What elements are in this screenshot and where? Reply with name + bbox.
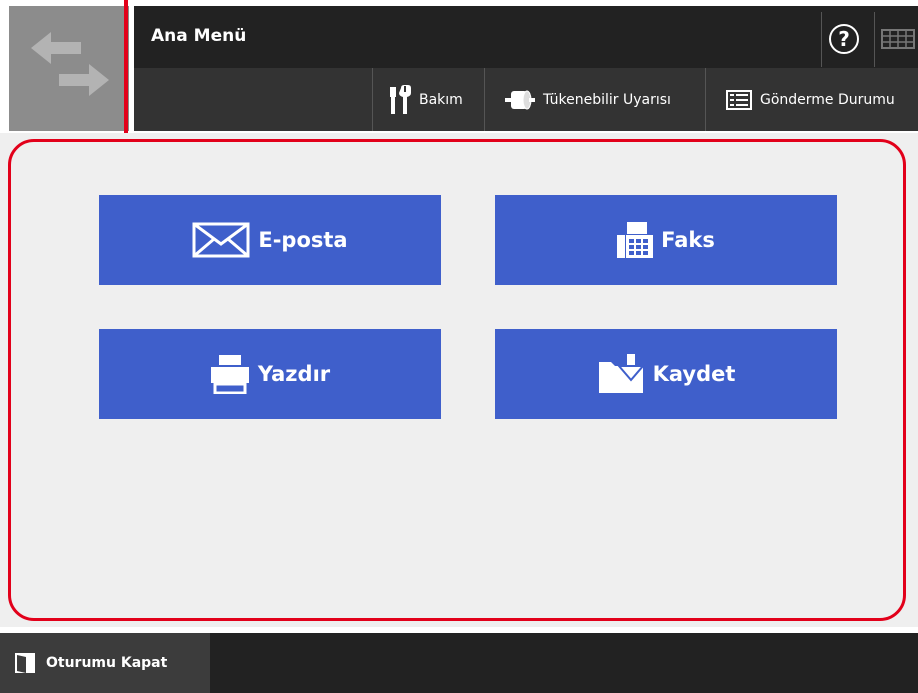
envelope-icon [192, 222, 250, 258]
save-button[interactable]: Kaydet [495, 329, 837, 419]
fax-label: Faks [661, 228, 715, 252]
save-label: Kaydet [652, 362, 736, 386]
maintenance-label: Bakım [419, 91, 463, 108]
folder-save-icon [597, 354, 645, 394]
print-label: Yazdır [257, 362, 331, 386]
callout-line [124, 0, 128, 138]
email-label: E-posta [258, 228, 348, 252]
maintenance-button[interactable]: Bakım [372, 68, 484, 131]
maintenance-tools-icon [389, 84, 411, 115]
toolbar: Bakım Tükenebilir Uyarısı Gönderme Durum… [134, 68, 918, 131]
send-status-list-icon [726, 89, 752, 110]
help-button[interactable]: ? [821, 12, 865, 67]
fax-icon [617, 221, 654, 259]
keyboard-button[interactable] [874, 12, 918, 67]
logout-door-icon [14, 652, 36, 674]
page-title: Ana Menü [151, 26, 247, 46]
title-bar: Ana Menü ? [134, 6, 918, 68]
logout-button[interactable]: Oturumu Kapat [0, 633, 210, 693]
email-button[interactable]: E-posta [99, 195, 441, 285]
send-status-button[interactable]: Gönderme Durumu [705, 68, 918, 131]
print-button[interactable]: Yazdır [99, 329, 441, 419]
swap-arrows-icon [31, 32, 109, 96]
logo-tile [9, 6, 129, 131]
printer-icon [210, 354, 250, 394]
footer-bar: Oturumu Kapat [0, 633, 918, 693]
help-icon: ? [829, 24, 859, 54]
keyboard-icon [881, 29, 915, 49]
fax-button[interactable]: Faks [495, 195, 837, 285]
consumable-alert-button[interactable]: Tükenebilir Uyarısı [484, 68, 705, 131]
logout-label: Oturumu Kapat [46, 655, 168, 671]
send-status-label: Gönderme Durumu [760, 91, 895, 108]
consumable-alert-label: Tükenebilir Uyarısı [543, 91, 671, 108]
consumable-roll-icon [505, 89, 535, 111]
